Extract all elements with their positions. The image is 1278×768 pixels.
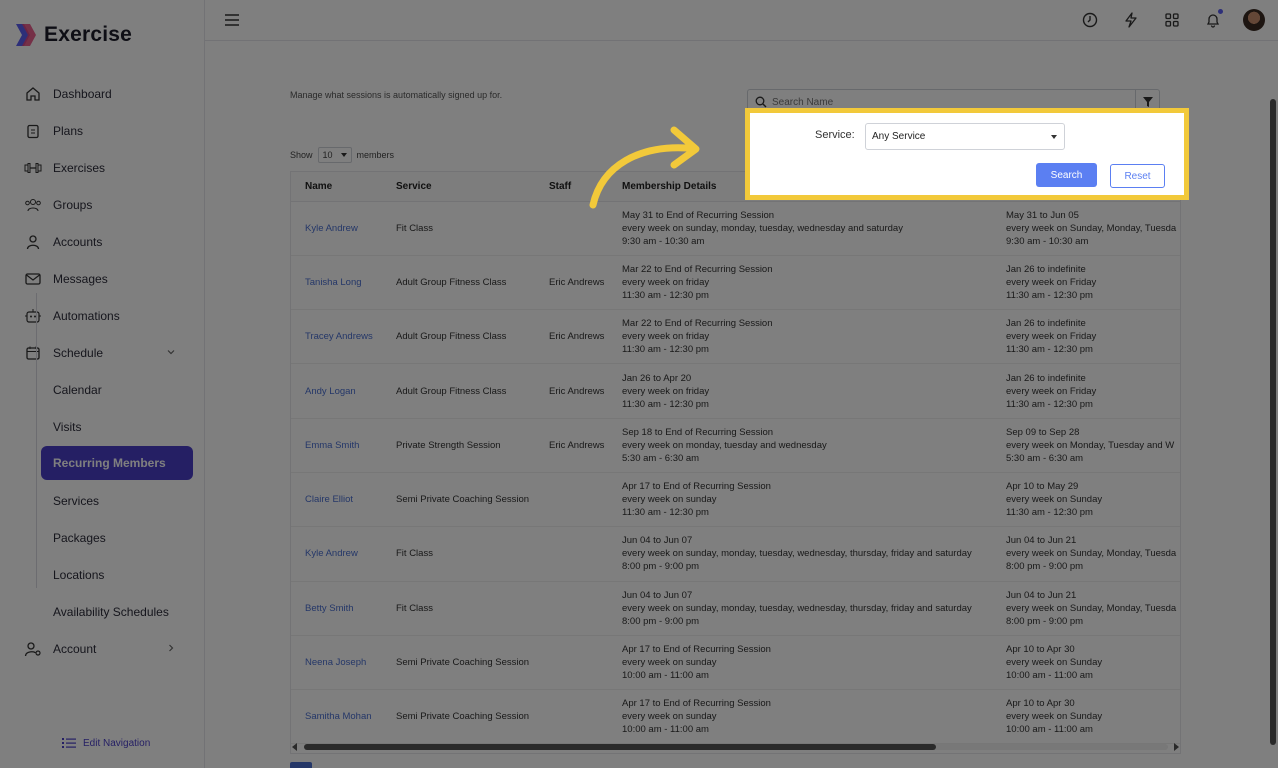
search-button[interactable]: Search (1036, 163, 1097, 187)
service-select[interactable]: Any Service (865, 123, 1065, 150)
service-filter-popup: Service: Any Service Search Reset (745, 108, 1189, 200)
service-label: Service: (815, 129, 855, 141)
highlight-arrow-icon (589, 126, 700, 209)
reset-button[interactable]: Reset (1110, 164, 1165, 188)
caret-down-icon (1051, 135, 1057, 139)
service-select-value: Any Service (872, 131, 926, 142)
